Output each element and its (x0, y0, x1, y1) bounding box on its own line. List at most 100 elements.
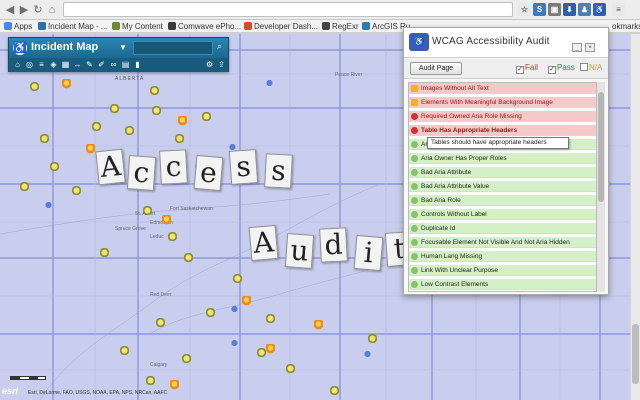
address-bar[interactable] (63, 2, 513, 17)
settings-icon[interactable]: ⚙ (205, 60, 214, 69)
incident-marker[interactable] (100, 248, 109, 258)
incident-marker[interactable] (72, 186, 81, 196)
forward-icon[interactable]: ▶ (18, 3, 30, 17)
incident-marker[interactable] (178, 116, 187, 126)
audit-result-row[interactable]: Low Contrast Elements (409, 279, 596, 290)
incident-marker[interactable] (202, 112, 211, 122)
close-icon[interactable]: × (585, 43, 595, 52)
incident-marker[interactable] (314, 320, 323, 330)
layers-icon[interactable]: ◈ (49, 60, 58, 69)
bookmark-developer-dash[interactable]: Developer Dash... (244, 22, 318, 31)
incident-marker[interactable] (233, 274, 242, 284)
audit-result-row[interactable]: Table Has Appropriate Headers (409, 125, 596, 136)
incident-marker[interactable] (143, 206, 152, 216)
scrollbar-thumb[interactable] (632, 324, 639, 384)
star-icon[interactable]: ☆ (518, 3, 531, 16)
extension-icon[interactable]: ▣ (548, 3, 561, 16)
basemap-icon[interactable]: ▦ (61, 60, 70, 69)
incident-marker[interactable] (146, 376, 155, 386)
list-icon[interactable]: ≡ (37, 60, 46, 69)
incident-marker[interactable] (110, 104, 119, 114)
incident-marker[interactable] (44, 200, 53, 210)
incident-marker[interactable] (184, 253, 193, 263)
minimize-icon[interactable]: _ (572, 43, 582, 52)
audit-result-row[interactable]: Human Lang Missing (409, 251, 596, 262)
bookmark-regexr[interactable]: RegExr (322, 22, 359, 31)
draw-icon[interactable]: ✎ (85, 60, 94, 69)
checkbox-icon[interactable]: ✓ (516, 66, 524, 74)
incident-marker[interactable] (162, 215, 171, 225)
edit-icon[interactable]: ✐ (97, 60, 106, 69)
incident-marker[interactable] (150, 86, 159, 96)
incident-marker[interactable] (286, 364, 295, 374)
incident-marker[interactable] (175, 134, 184, 144)
search-icon[interactable]: ⌕ (217, 41, 222, 52)
list-scrollbar[interactable] (597, 82, 605, 292)
search-input[interactable] (133, 41, 213, 55)
incident-marker[interactable] (120, 346, 129, 356)
bookmark-incident-map[interactable]: Incident Map - ... (38, 22, 108, 31)
incident-marker[interactable] (92, 122, 101, 132)
incident-marker[interactable] (363, 349, 372, 359)
chevron-down-icon[interactable]: ▼ (119, 43, 127, 52)
back-icon[interactable]: ◀ (4, 3, 16, 17)
bookmark-apps[interactable]: Apps (4, 22, 32, 31)
bookmark-my-content[interactable]: My Content (112, 22, 163, 31)
bookmark-icon[interactable]: ▮ (133, 60, 142, 69)
audit-result-row[interactable]: Aria Owner Has Proper Roles (409, 153, 596, 164)
wcag-extension-icon[interactable]: ♿ (593, 3, 606, 16)
incident-marker[interactable] (156, 318, 165, 328)
incident-marker[interactable] (62, 79, 71, 89)
audit-result-row[interactable]: Bad Aria Attribute Value (409, 181, 596, 192)
bookmark-comwave[interactable]: Comwave ePho... (168, 22, 241, 31)
filter-pass[interactable]: ✓ Pass (548, 63, 575, 74)
audit-result-row[interactable]: Duplicate Id (409, 223, 596, 234)
audit-result-row[interactable]: Link With Unclear Purpose (409, 265, 596, 276)
extension-icon[interactable]: S (533, 3, 546, 16)
incident-marker[interactable] (182, 354, 191, 364)
audit-result-row[interactable]: Controls Without Label (409, 209, 596, 220)
checkbox-icon[interactable] (580, 63, 588, 71)
incident-marker[interactable] (170, 380, 179, 390)
extension-icon[interactable]: ♟ (578, 3, 591, 16)
incident-marker[interactable] (330, 386, 339, 396)
incident-marker[interactable] (206, 308, 215, 318)
audit-result-row[interactable]: Elements With Meaningful Background Imag… (409, 97, 596, 108)
page-scrollbar[interactable] (630, 34, 640, 400)
incident-marker[interactable] (86, 144, 95, 154)
menu-icon[interactable]: ≡ (612, 3, 625, 16)
incident-marker[interactable] (40, 134, 49, 144)
incident-marker[interactable] (266, 344, 275, 354)
extension-icon[interactable]: ⬇ (563, 3, 576, 16)
filter-na[interactable]: N/A (580, 63, 602, 72)
locate-icon[interactable]: ◎ (25, 60, 34, 69)
incident-marker[interactable] (368, 334, 377, 344)
audit-result-row[interactable]: Bad Aria Role (409, 195, 596, 206)
incident-marker[interactable] (266, 314, 275, 324)
print-icon[interactable]: ▤ (121, 60, 130, 69)
scrollbar-thumb[interactable] (598, 92, 604, 202)
export-icon[interactable]: ⇪ (217, 60, 226, 69)
home-icon[interactable]: ⌂ (13, 60, 22, 69)
audit-result-row[interactable]: Required Owned Aria Role Missing (409, 111, 596, 122)
incident-marker[interactable] (265, 78, 274, 88)
incident-marker[interactable] (230, 304, 239, 314)
checkbox-icon[interactable]: ✓ (548, 66, 556, 74)
audit-result-row[interactable]: Bad Aria Attribute (409, 167, 596, 178)
filter-fail[interactable]: ✓ Fail (516, 63, 538, 74)
measure-icon[interactable]: ↔ (73, 60, 82, 69)
home-icon[interactable]: ⌂ (46, 3, 58, 17)
incident-marker[interactable] (125, 126, 134, 136)
incident-marker[interactable] (230, 338, 239, 348)
audit-result-row[interactable]: Focusable Element Not Visible And Not Ar… (409, 237, 596, 248)
reload-icon[interactable]: ↻ (32, 3, 44, 17)
incident-marker[interactable] (168, 232, 177, 242)
audit-result-row[interactable]: Images Without Alt Text (409, 83, 596, 94)
incident-marker[interactable] (30, 82, 39, 92)
link-icon[interactable]: ∞ (109, 60, 118, 69)
incident-marker[interactable] (20, 182, 29, 192)
other-bookmarks[interactable]: okmarks (612, 22, 640, 31)
incident-marker[interactable] (242, 296, 251, 306)
incident-marker[interactable] (152, 106, 161, 116)
incident-marker[interactable] (50, 162, 59, 172)
